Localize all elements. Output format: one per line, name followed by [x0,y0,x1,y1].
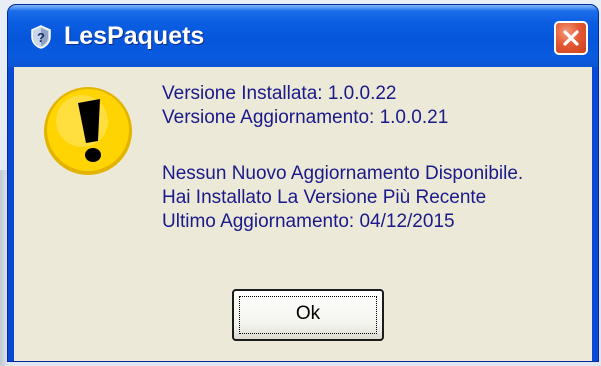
ok-button[interactable]: Ok [232,289,384,341]
installed-version-text: Versione Installata: 1.0.0.22 [162,83,397,104]
title-bar[interactable]: ? LesPaquets [8,5,598,67]
last-update-text: Ultimo Aggiornamento: 04/12/2015 [162,211,455,232]
svg-text:?: ? [37,30,45,45]
latest-installed-text: Hai Installato La Versione Più Recente [162,187,487,208]
screenshot-stage: ? LesPaquets Versione Installata: 1.0.0.… [0,0,601,366]
dialog-window: ? LesPaquets Versione Installata: 1.0.0.… [8,5,598,361]
window-title: LesPaquets [64,22,205,50]
shield-question-icon: ? [31,25,51,49]
ok-button-label: Ok [295,303,321,324]
warning-exclamation-icon [44,87,132,175]
close-icon [563,30,579,46]
no-update-text: Nessun Nuovo Aggiornamento Disponibile. [162,163,524,184]
dialog-client-area: Versione Installata: 1.0.0.22 Versione A… [14,67,592,361]
title-bar-highlight [8,5,598,11]
update-version-text: Versione Aggiornamento: 1.0.0.21 [162,107,449,128]
close-button[interactable] [554,21,588,55]
